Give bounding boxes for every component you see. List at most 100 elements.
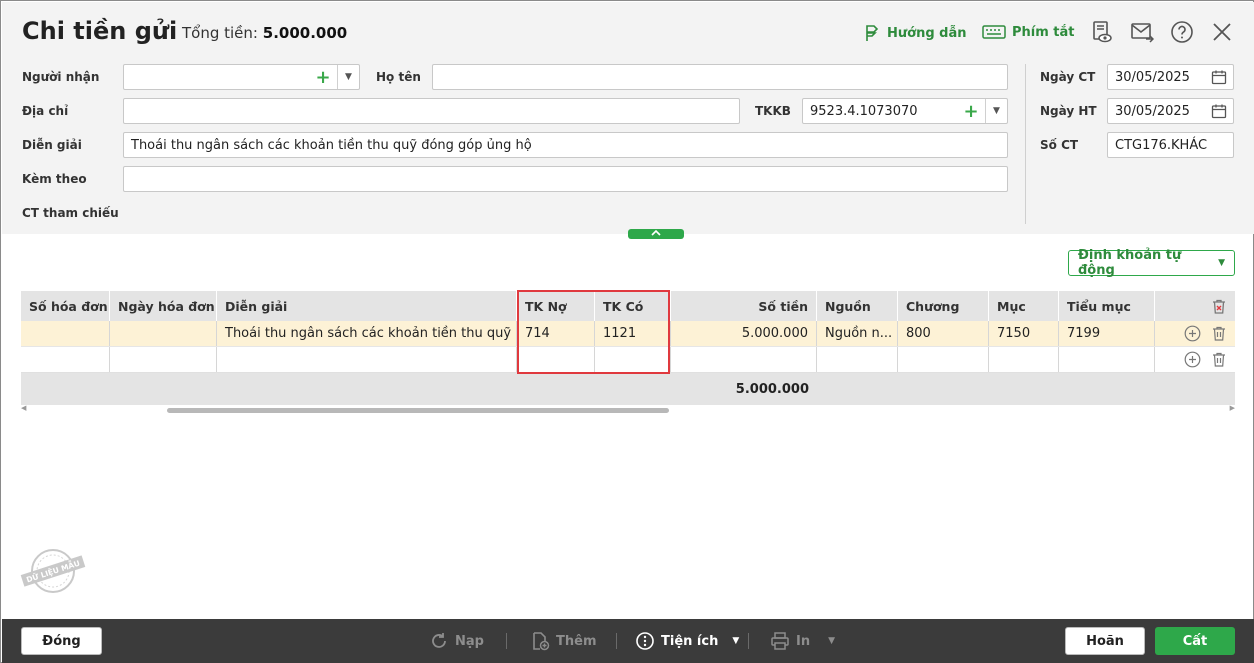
chevron-up-icon	[651, 229, 661, 236]
cancel-button[interactable]: Hoãn	[1065, 627, 1145, 655]
scrollbar-thumb[interactable]	[167, 408, 669, 413]
cell-source[interactable]	[817, 347, 898, 372]
shortcut-label: Phím tắt	[1012, 24, 1075, 40]
cell-description[interactable]	[217, 347, 517, 372]
chevron-down-icon: ▼	[828, 636, 836, 646]
add-document-icon	[533, 632, 550, 651]
chevron-down-icon: ▼	[1218, 258, 1225, 268]
col-invoice-date[interactable]: Ngày hóa đơn	[110, 291, 217, 321]
cell-chapter[interactable]: 800	[898, 321, 989, 346]
utilities-menu[interactable]: Tiện ích ▼	[635, 631, 739, 651]
address-field[interactable]	[123, 98, 740, 124]
col-invoice-no[interactable]: Số hóa đơn	[21, 291, 110, 321]
add-row-icon[interactable]	[1184, 325, 1201, 342]
form-panel: Chi tiền gửi Tổng tiền: 5.000.000 Hướng …	[2, 2, 1254, 234]
printer-icon	[771, 632, 789, 650]
total-label: Tổng tiền:	[182, 24, 258, 42]
cell-source[interactable]: Nguồn n...	[817, 321, 898, 346]
calendar-icon[interactable]	[1211, 69, 1227, 85]
horizontal-scrollbar[interactable]: ◀ ▶	[21, 404, 1235, 417]
ref-label[interactable]: CT tham chiếu	[22, 206, 119, 220]
cell-subitem[interactable]: 7199	[1059, 321, 1155, 346]
add-recipient-icon[interactable]: +	[312, 65, 334, 89]
total-value: 5.000.000	[262, 24, 348, 42]
delete-row-icon[interactable]	[1211, 351, 1227, 368]
reload-label: Nạp	[455, 633, 484, 649]
collapse-button[interactable]	[628, 229, 684, 239]
acc-date-label: Ngày HT	[1040, 104, 1097, 118]
attach-field[interactable]	[123, 166, 1008, 192]
auto-posting-button[interactable]: Định khoản tự động ▼	[1068, 248, 1235, 278]
cell-item[interactable]	[989, 347, 1059, 372]
email-icon[interactable]	[1130, 20, 1154, 44]
debit-credit-highlight	[517, 290, 670, 374]
row-actions	[1155, 321, 1235, 346]
print-label: In	[796, 633, 811, 649]
cell-amount[interactable]: 5.000.000	[671, 321, 817, 346]
add-tkkb-icon[interactable]: +	[960, 99, 982, 123]
help-icon[interactable]	[1170, 20, 1194, 44]
toolbar-separator	[616, 633, 617, 649]
reload-button[interactable]: Nạp	[429, 631, 484, 651]
scroll-left-icon[interactable]: ◀	[21, 404, 26, 412]
col-chapter[interactable]: Chương	[898, 291, 989, 321]
table-footer: 5.000.000	[21, 373, 1235, 405]
row-actions	[1155, 347, 1235, 372]
tkkb-label: TKKB	[755, 104, 791, 118]
delete-all-cell	[1155, 291, 1235, 321]
close-icon[interactable]	[1210, 20, 1234, 44]
doc-no-field[interactable]: CTG176.KHÁC	[1107, 132, 1234, 158]
action-bar: Đóng Nạp Thêm Tiện ích ▼ In ▼ Hoãn Cất	[2, 619, 1254, 663]
cell-description[interactable]: Thoái thu ngân sách các khoản tiền thu q…	[217, 321, 517, 346]
col-description[interactable]: Diễn giải	[217, 291, 517, 321]
chevron-down-icon: ▼	[732, 636, 740, 646]
refresh-icon	[432, 633, 446, 648]
footer-total-amount: 5.000.000	[735, 381, 809, 397]
cell-chapter[interactable]	[898, 347, 989, 372]
cell-amount[interactable]	[671, 347, 817, 372]
toolbar-separator	[748, 633, 749, 649]
footer-spacer	[21, 373, 671, 405]
add-row-icon[interactable]	[1184, 351, 1201, 368]
doc-no-label: Số CT	[1040, 138, 1079, 152]
close-button[interactable]: Đóng	[21, 627, 102, 655]
cell-subitem[interactable]	[1059, 347, 1155, 372]
col-item[interactable]: Mục	[989, 291, 1059, 321]
view-document-icon[interactable]	[1090, 20, 1114, 44]
delete-all-icon[interactable]	[1211, 298, 1227, 315]
cell-invoice-date[interactable]	[110, 321, 217, 346]
calendar-icon[interactable]	[1211, 103, 1227, 119]
cell-invoice-no[interactable]	[21, 347, 110, 372]
guide-icon	[866, 25, 879, 41]
save-button[interactable]: Cất	[1155, 627, 1235, 655]
sample-data-seal: DỮ LIỆU MẪU	[20, 549, 86, 593]
total-amount: Tổng tiền: 5.000.000	[182, 24, 347, 42]
add-label: Thêm	[556, 633, 597, 649]
fullname-field[interactable]	[432, 64, 1008, 90]
attach-label: Kèm theo	[22, 172, 87, 186]
toolbar-separator	[506, 633, 507, 649]
chevron-down-icon[interactable]: ▼	[337, 65, 359, 89]
recipient-label: Người nhận	[22, 70, 100, 84]
keyboard-icon	[982, 25, 1006, 39]
utilities-label: Tiện ích	[661, 633, 719, 649]
more-options-icon	[636, 632, 654, 650]
chevron-down-icon[interactable]: ▼	[985, 99, 1007, 123]
shortcut-link[interactable]: Phím tắt	[982, 24, 1075, 40]
cell-item[interactable]: 7150	[989, 321, 1059, 346]
divider	[1025, 64, 1026, 224]
help-link[interactable]: Hướng dẫn	[863, 24, 967, 42]
cell-invoice-no[interactable]	[21, 321, 110, 346]
cell-invoice-date[interactable]	[110, 347, 217, 372]
col-subitem[interactable]: Tiểu mục	[1059, 291, 1155, 321]
scroll-right-icon[interactable]: ▶	[1230, 404, 1235, 412]
delete-row-icon[interactable]	[1211, 325, 1227, 342]
col-source[interactable]: Nguồn	[817, 291, 898, 321]
add-button[interactable]: Thêm	[530, 631, 597, 651]
col-amount[interactable]: Số tiền	[671, 291, 817, 321]
fullname-label: Họ tên	[376, 70, 421, 84]
doc-date-label: Ngày CT	[1040, 70, 1096, 84]
description-label: Diễn giải	[22, 138, 82, 152]
print-menu[interactable]: In ▼	[770, 631, 835, 651]
description-field[interactable]: Thoái thu ngân sách các khoản tiền thu q…	[123, 132, 1008, 158]
